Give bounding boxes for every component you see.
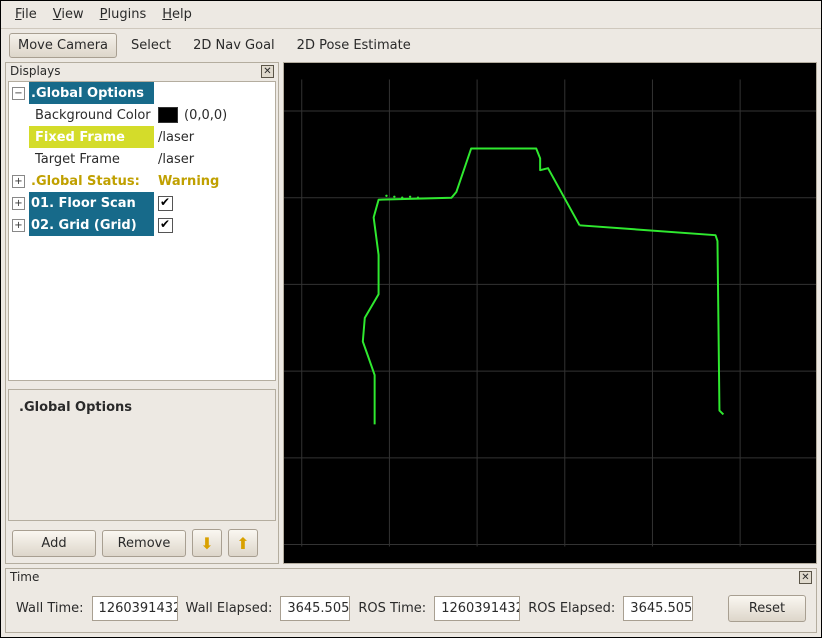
displays-panel-title: Displays ✕ [6,63,278,79]
add-button[interactable]: Add [12,530,96,557]
display-tree[interactable]: − .Global Options Background Color (0,0,… [8,81,276,381]
tree-item-grid[interactable]: + 02. Grid (Grid) [9,214,275,236]
expand-icon[interactable]: + [12,219,25,232]
value[interactable]: /laser [154,148,275,170]
tool-move-camera[interactable]: Move Camera [9,33,117,58]
ros-elapsed-label: ROS Elapsed: [528,601,615,616]
tree-item-global-status[interactable]: + .Global Status: Warning [9,170,275,192]
tree-item-target-frame[interactable]: Target Frame /laser [9,148,275,170]
displays-title-text: Displays [10,64,60,78]
checkbox-icon[interactable] [158,218,173,233]
label: Background Color [29,104,154,126]
render-viewport[interactable] [283,62,817,564]
move-up-button[interactable]: ⬆ [228,529,258,557]
ros-time-value[interactable]: 1260391432 [434,596,520,621]
menu-view[interactable]: View [47,5,90,24]
expand-icon[interactable]: + [12,175,25,188]
label: 02. Grid (Grid) [29,214,154,236]
remove-button[interactable]: Remove [102,530,186,557]
laser-scan [363,148,724,424]
wall-elapsed-label: Wall Elapsed: [186,601,273,616]
checkbox-icon[interactable] [158,196,173,211]
close-icon[interactable]: ✕ [799,571,812,584]
ros-time-label: ROS Time: [358,601,426,616]
value[interactable] [154,214,275,236]
toolbar: Move Camera Select 2D Nav Goal 2D Pose E… [1,29,821,62]
label: .Global Options [29,82,154,104]
menu-plugins[interactable]: Plugins [94,5,153,24]
close-icon[interactable]: ✕ [261,65,274,78]
tool-2d-nav-goal[interactable]: 2D Nav Goal [185,34,283,57]
time-title-text: Time [10,570,39,584]
tool-select[interactable]: Select [123,34,179,57]
arrow-down-icon: ⬇ [200,534,213,553]
grid-lines [284,80,816,547]
label: .Global Status: [29,170,154,192]
arrow-up-icon: ⬆ [236,534,249,553]
collapse-icon[interactable]: − [12,87,25,100]
main-area: Displays ✕ − .Global Options Background … [1,62,821,564]
value: Warning [154,170,275,192]
color-text: (0,0,0) [184,108,227,123]
tree-item-bg-color[interactable]: Background Color (0,0,0) [9,104,275,126]
value[interactable] [154,192,275,214]
time-body: Wall Time: 1260391432 Wall Elapsed: 3645… [6,585,816,632]
move-down-button[interactable]: ⬇ [192,529,222,557]
tree-item-floor-scan[interactable]: + 01. Floor Scan [9,192,275,214]
value[interactable]: /laser [154,126,275,148]
color-swatch[interactable] [158,107,178,123]
time-panel-title: Time ✕ [6,569,816,585]
menubar: File View Plugins Help [1,1,821,29]
wall-time-value[interactable]: 1260391432 [92,596,178,621]
ros-elapsed-value[interactable]: 3645.505 [623,596,693,621]
menu-file[interactable]: File [9,5,43,24]
tool-2d-pose-estimate[interactable]: 2D Pose Estimate [289,34,419,57]
render-svg [284,63,816,563]
wall-time-label: Wall Time: [16,601,84,616]
app-window: File View Plugins Help Move Camera Selec… [0,0,822,638]
menu-help[interactable]: Help [156,5,198,24]
value [154,82,275,104]
wall-elapsed-value[interactable]: 3645.505 [280,596,350,621]
label: 01. Floor Scan [29,192,154,214]
value[interactable]: (0,0,0) [154,104,275,126]
label: Target Frame [29,148,154,170]
displays-panel: Displays ✕ − .Global Options Background … [5,62,279,564]
time-panel: Time ✕ Wall Time: 1260391432 Wall Elapse… [5,568,817,633]
display-buttons: Add Remove ⬇ ⬆ [6,523,278,563]
description-box: .Global Options [8,389,276,521]
reset-button[interactable]: Reset [728,595,806,622]
expand-icon[interactable]: + [12,197,25,210]
tree-item-fixed-frame[interactable]: Fixed Frame /laser [9,126,275,148]
description-heading: .Global Options [19,400,132,415]
label: Fixed Frame [29,126,154,148]
tree-item-global-options[interactable]: − .Global Options [9,82,275,104]
